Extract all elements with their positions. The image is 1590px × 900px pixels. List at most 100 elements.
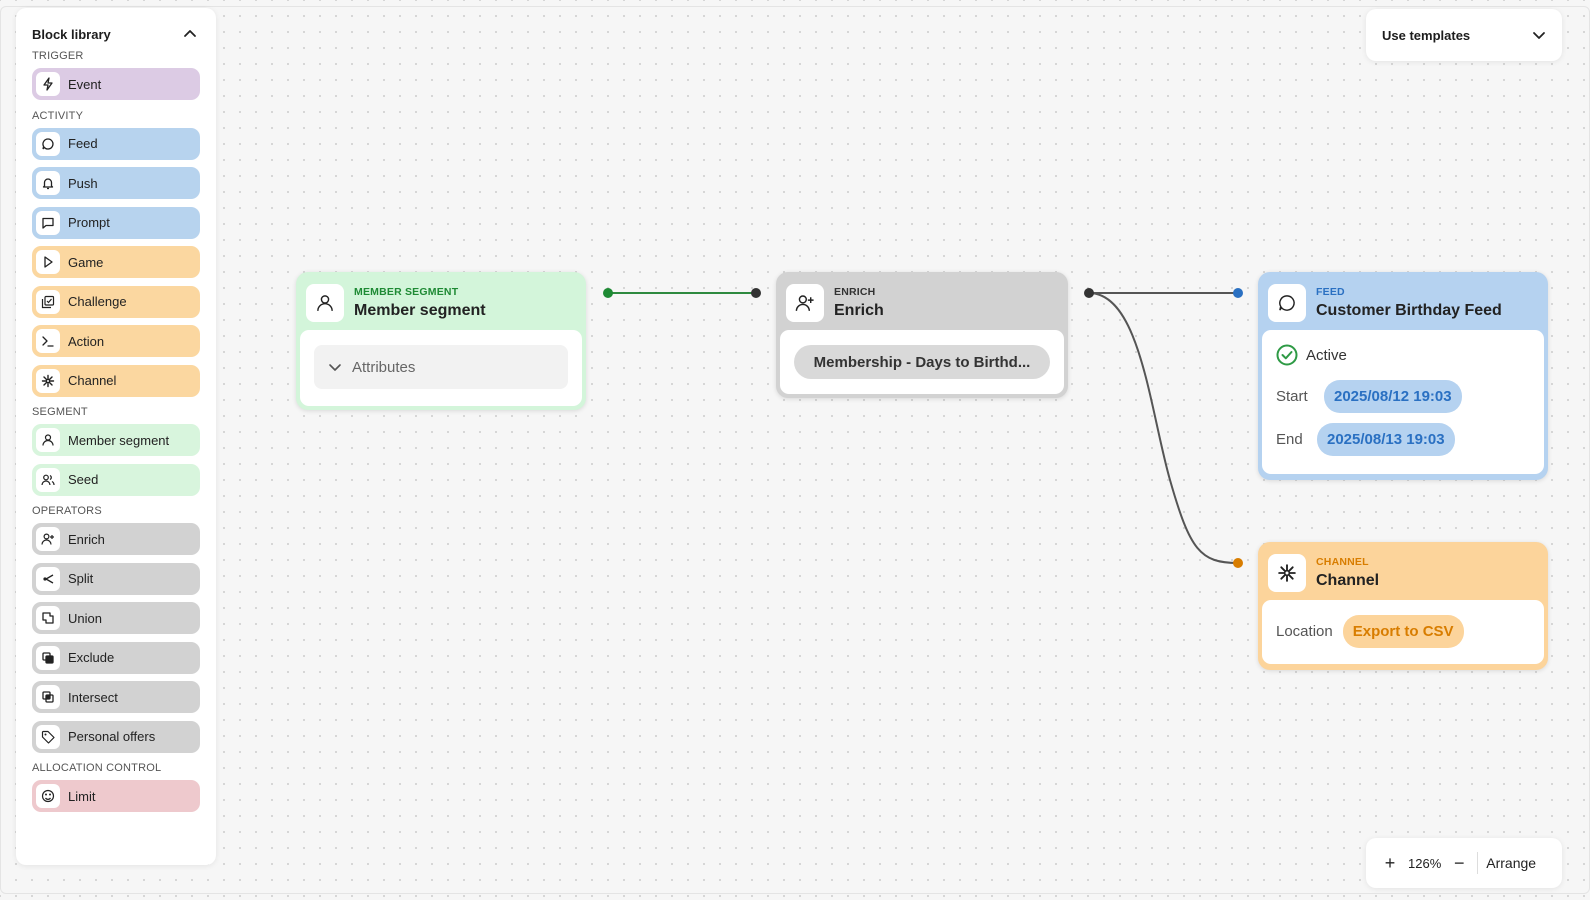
block-label: Exclude <box>68 650 115 665</box>
user-plus-icon <box>36 527 60 551</box>
node-type-label: MEMBER SEGMENT <box>354 286 459 298</box>
block-intersect[interactable]: Intersect <box>32 681 200 713</box>
start-row: Start 2025/08/12 19:03 <box>1276 380 1530 413</box>
arrange-button[interactable]: Arrange <box>1486 855 1536 871</box>
gallery-check-icon <box>36 289 60 314</box>
chat-bubble-icon <box>36 131 60 156</box>
block-member-segment[interactable]: Member segment <box>32 424 200 456</box>
node-body: Attributes <box>300 330 582 406</box>
block-enrich[interactable]: Enrich <box>32 523 200 555</box>
section-operators: OPERATORS <box>32 505 102 517</box>
block-channel[interactable]: Channel <box>32 364 200 397</box>
section-allocation-control: ALLOCATION CONTROL <box>32 762 162 774</box>
block-label: Split <box>68 571 94 586</box>
block-label: Personal offers <box>68 729 156 744</box>
block-push[interactable]: Push <box>32 167 200 199</box>
node-body: Membership - Days to Birthd... <box>780 330 1064 394</box>
zoom-out-button[interactable]: − <box>1447 851 1471 875</box>
block-personal-offers[interactable]: Personal offers <box>32 720 200 753</box>
node-feed[interactable]: FEED Customer Birthday Feed Active Start… <box>1258 272 1548 480</box>
start-date-pill[interactable]: 2025/08/12 19:03 <box>1324 380 1462 413</box>
block-label: Member segment <box>68 432 170 448</box>
end-label: End <box>1276 431 1303 448</box>
block-prompt[interactable]: Prompt <box>32 206 200 239</box>
asterisk-icon <box>36 368 60 393</box>
divider <box>1477 852 1479 874</box>
check-circle-icon <box>1276 344 1298 366</box>
end-date-pill[interactable]: 2025/08/13 19:03 <box>1317 423 1455 456</box>
status-row: Active <box>1276 344 1530 366</box>
node-header: MEMBER SEGMENT Member segment <box>300 276 582 330</box>
enrich-attribute-pill[interactable]: Membership - Days to Birthd... <box>794 345 1050 379</box>
block-action[interactable]: Action <box>32 325 200 357</box>
gauge-icon <box>36 784 60 808</box>
section-segment: SEGMENT <box>32 406 88 418</box>
block-library-panel: Block library TRIGGER Event ACTIVITY Fee… <box>16 8 216 865</box>
terminal-icon <box>36 329 60 353</box>
chevron-down-icon <box>1533 32 1545 39</box>
chevron-up-icon[interactable] <box>180 24 200 44</box>
section-activity: ACTIVITY <box>32 109 84 122</box>
block-split[interactable]: Split <box>32 562 200 595</box>
block-label: Union <box>68 610 102 626</box>
block-library-title: Block library <box>32 26 111 42</box>
bell-icon <box>36 171 60 195</box>
block-label: Channel <box>68 373 117 388</box>
user-plus-icon <box>786 284 824 322</box>
union-icon <box>36 606 60 630</box>
user-icon <box>306 284 344 322</box>
node-type-label: ENRICH <box>834 286 876 298</box>
block-label: Seed <box>68 472 99 487</box>
block-limit[interactable]: Limit <box>32 780 200 812</box>
status-text: Active <box>1306 346 1347 364</box>
port-channel-in <box>1233 558 1243 568</box>
attributes-label: Attributes <box>352 358 416 376</box>
play-icon <box>36 250 60 274</box>
node-type-label: FEED <box>1316 286 1345 298</box>
intersect-icon <box>36 685 60 709</box>
use-templates-dropdown[interactable]: Use templates <box>1366 9 1562 61</box>
block-library-header: Block library <box>32 22 200 46</box>
node-header: FEED Customer Birthday Feed <box>1262 276 1544 330</box>
block-label: Challenge <box>68 294 127 309</box>
block-label: Prompt <box>68 215 110 230</box>
block-label: Limit <box>68 788 96 804</box>
block-event[interactable]: Event <box>32 68 200 100</box>
node-enrich[interactable]: ENRICH Enrich Membership - Days to Birth… <box>776 272 1068 398</box>
block-label: Push <box>68 175 98 191</box>
block-union[interactable]: Union <box>32 602 200 634</box>
port-segment-out <box>603 288 613 298</box>
block-game[interactable]: Game <box>32 246 200 278</box>
block-challenge[interactable]: Challenge <box>32 285 200 318</box>
node-title: Channel <box>1316 572 1380 589</box>
port-feed-in <box>1233 288 1243 298</box>
zoom-level: 126% <box>1408 855 1442 871</box>
zoom-in-button[interactable]: + <box>1378 851 1402 875</box>
exclude-icon <box>36 645 60 670</box>
node-header: CHANNEL Channel <box>1262 546 1544 600</box>
block-label: Enrich <box>68 531 105 547</box>
block-label: Game <box>68 254 104 270</box>
node-member-segment[interactable]: MEMBER SEGMENT Member segment Attributes <box>296 272 586 410</box>
node-type-label: CHANNEL <box>1316 556 1369 568</box>
tag-icon <box>36 724 60 749</box>
use-templates-label: Use templates <box>1382 27 1471 43</box>
block-exclude[interactable]: Exclude <box>32 641 200 674</box>
node-title: Customer Birthday Feed <box>1316 302 1502 319</box>
end-row: End 2025/08/13 19:03 <box>1276 423 1530 456</box>
node-channel[interactable]: CHANNEL Channel Location Export to CSV <box>1258 542 1548 670</box>
node-title: Member segment <box>354 302 486 319</box>
start-label: Start <box>1276 388 1308 405</box>
block-label: Event <box>68 76 102 92</box>
block-label: Action <box>68 333 105 349</box>
block-feed[interactable]: Feed <box>32 127 200 160</box>
location-value-pill[interactable]: Export to CSV <box>1342 615 1464 648</box>
block-seed[interactable]: Seed <box>32 463 200 496</box>
zoom-controls: + 126% − Arrange <box>1366 838 1562 888</box>
node-body: Location Export to CSV <box>1262 600 1544 664</box>
node-header: ENRICH Enrich <box>780 276 1064 330</box>
attributes-toggle[interactable]: Attributes <box>314 345 568 389</box>
block-label: Feed <box>68 136 98 151</box>
lightning-icon <box>36 72 60 96</box>
node-body: Active Start 2025/08/12 19:03 End 2025/0… <box>1262 330 1544 474</box>
